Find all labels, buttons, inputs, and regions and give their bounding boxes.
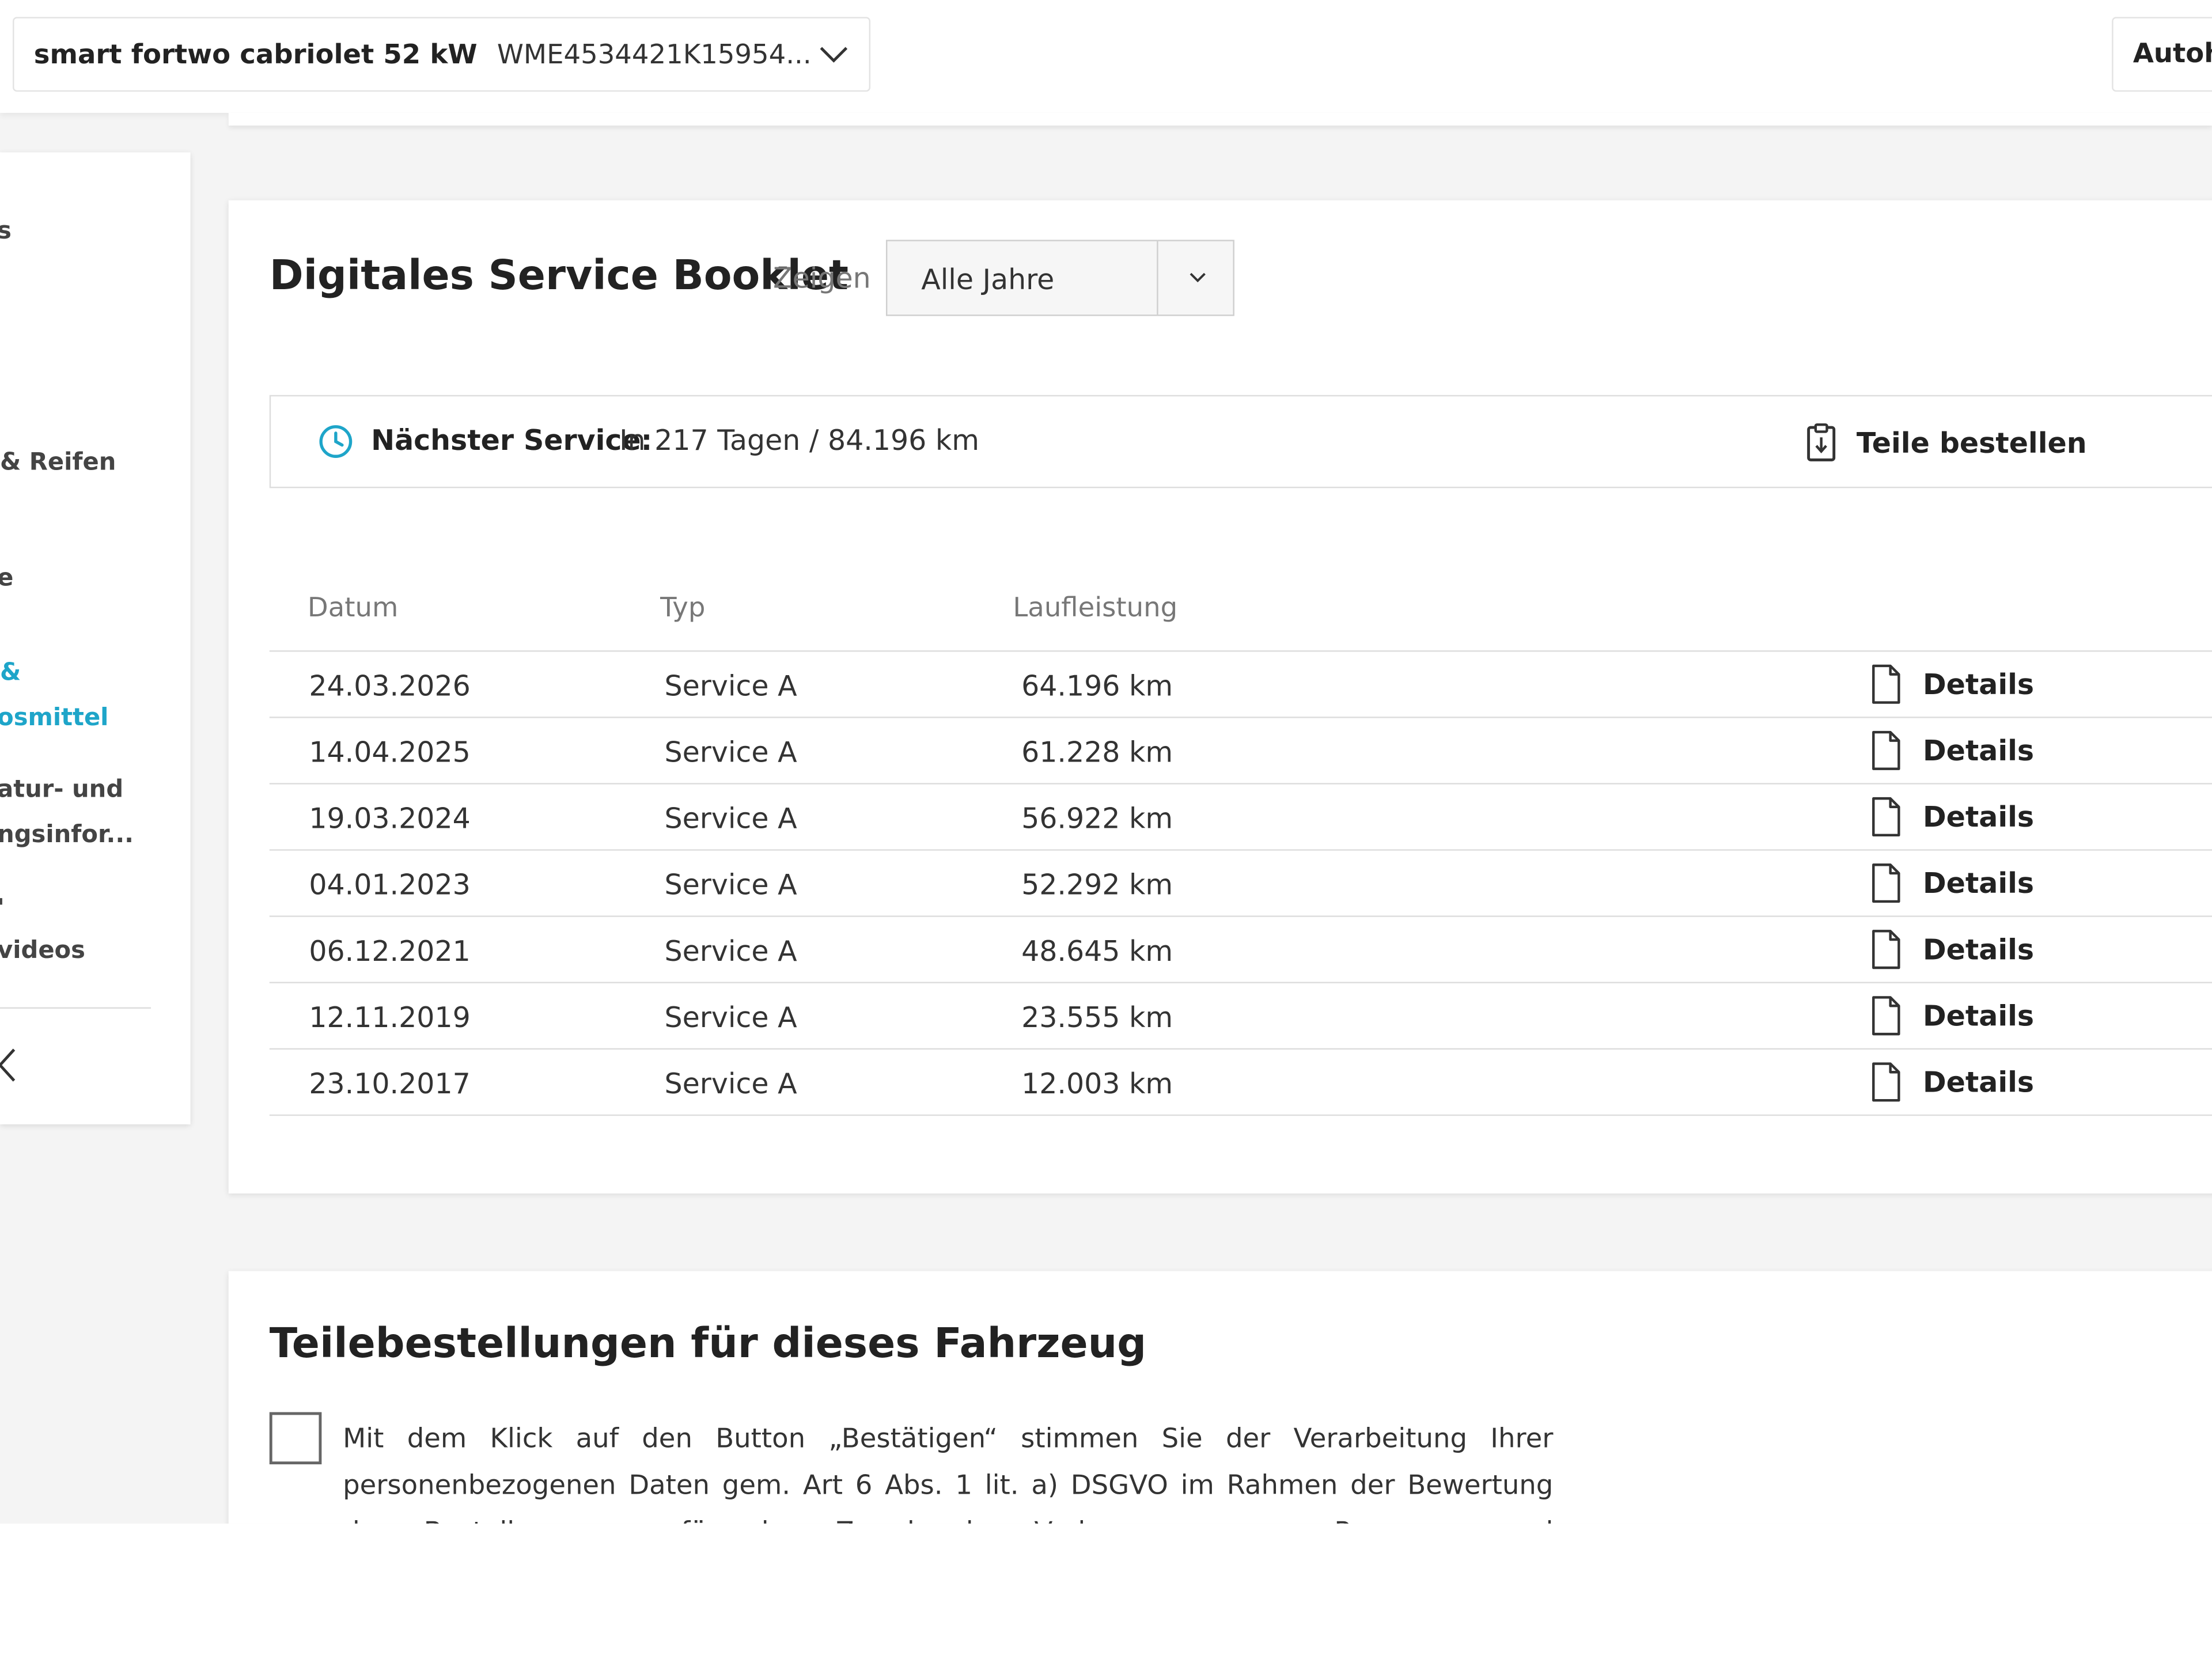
- sidebar-item-active-line-2[interactable]: osmittel: [0, 695, 108, 740]
- details-button[interactable]: Details: [1869, 663, 2034, 705]
- details-label: Details: [1922, 667, 2035, 702]
- cell-mileage: 12.003 km: [1021, 1066, 1173, 1101]
- year-filter-label: Zeigen: [773, 261, 871, 295]
- details-label: Details: [1922, 733, 2035, 768]
- year-filter-select[interactable]: Alle Jahre: [885, 240, 1234, 316]
- next-service-label: Nächster Service:: [371, 423, 653, 457]
- details-button[interactable]: Details: [1869, 1061, 2034, 1103]
- table-row: 06.12.2021 Service A 48.645 km Details: [269, 917, 2212, 983]
- clipboard-icon: [1807, 423, 1836, 461]
- sidebar-item-repair-line-2[interactable]: ngsinfor...: [0, 813, 134, 858]
- table-row: 12.11.2019 Service A 23.555 km Details: [269, 983, 2212, 1050]
- table-row: 04.01.2023 Service A 52.292 km Details: [269, 851, 2212, 917]
- cell-mileage: 23.555 km: [1021, 1000, 1173, 1035]
- cell-type: Service A: [664, 868, 797, 902]
- booklet-title: Digitales Service Booklet: [269, 251, 849, 300]
- next-service-value: In 217 Tagen / 84.196 km: [619, 423, 979, 457]
- order-parts-button[interactable]: Teile bestellen: [1806, 419, 2087, 467]
- document-icon: [1872, 797, 1900, 837]
- document-icon: [1872, 863, 1900, 903]
- sidebar-divider: [0, 1007, 151, 1009]
- table-row: 24.03.2026 Service A 64.196 km Details: [269, 652, 2212, 718]
- vehicle-vin: WME4534421K15954...: [497, 39, 812, 70]
- details-button[interactable]: Details: [1869, 729, 2034, 771]
- cell-date: 06.12.2021: [309, 934, 471, 968]
- details-label: Details: [1922, 800, 2035, 834]
- sidebar-item-1[interactable]: s: [0, 209, 12, 253]
- details-label: Details: [1922, 1065, 2035, 1099]
- document-icon: [1872, 730, 1900, 770]
- cell-mileage: 64.196 km: [1021, 668, 1173, 703]
- table-row: 19.03.2024 Service A 56.922 km Details: [269, 785, 2212, 851]
- viewport: smart fortwo cabriolet 52 kW WME4534421K…: [0, 0, 2212, 1524]
- cell-date: 14.04.2025: [309, 734, 471, 769]
- cell-type: Service A: [664, 934, 797, 968]
- service-booklet-card: Digitales Service Booklet Zeigen Alle Ja…: [228, 200, 2212, 1194]
- column-header-mileage: Laufleistung: [1013, 592, 1178, 624]
- vehicle-model: smart fortwo cabriolet 52 kW: [33, 39, 478, 70]
- details-button[interactable]: Details: [1869, 928, 2034, 970]
- chevron-left-icon[interactable]: [0, 1047, 17, 1084]
- top-bar: smart fortwo cabriolet 52 kW WME4534421K…: [0, 0, 2212, 113]
- cell-date: 04.01.2023: [309, 868, 471, 902]
- sidebar-item-active-line-1[interactable]: &: [0, 650, 21, 695]
- cell-mileage: 52.292 km: [1021, 868, 1173, 902]
- cell-type: Service A: [664, 801, 797, 835]
- parts-orders-card: Teilebestellungen für dieses Fahrzeug Mi…: [228, 1271, 2212, 1524]
- document-icon: [1872, 1062, 1900, 1102]
- sidebar-item-videos-line-2[interactable]: videos: [0, 928, 85, 973]
- consent-text: Mit dem Klick auf den Button „Bestätigen…: [343, 1423, 1554, 1524]
- column-header-type: Typ: [660, 592, 706, 624]
- cell-type: Service A: [664, 734, 797, 769]
- cell-date: 23.10.2017: [309, 1066, 471, 1101]
- year-filter-value: Alle Jahre: [921, 262, 1055, 297]
- document-icon: [1872, 996, 1900, 1036]
- chevron-down-icon: [820, 47, 848, 63]
- sidebar-item-repair-line-1[interactable]: atur- und: [0, 767, 123, 812]
- sidebar: s & Reifen e & osmittel atur- und ngsinf…: [0, 152, 191, 1124]
- cell-mileage: 61.228 km: [1021, 734, 1173, 769]
- cell-mileage: 56.922 km: [1021, 801, 1173, 835]
- details-label: Details: [1922, 866, 2035, 900]
- cell-date: 24.03.2026: [309, 668, 471, 703]
- cell-mileage: 48.645 km: [1021, 934, 1173, 968]
- chevron-down-icon: [1190, 272, 1206, 283]
- cell-type: Service A: [664, 1066, 797, 1101]
- next-service-bar: Nächster Service: In 217 Tagen / 84.196 …: [269, 395, 2212, 488]
- cell-date: 19.03.2024: [309, 801, 471, 835]
- page: smart fortwo cabriolet 52 kW WME4534421K…: [0, 0, 2212, 1659]
- consent-checkbox[interactable]: [269, 1412, 322, 1465]
- sidebar-item-tires[interactable]: & Reifen: [0, 440, 116, 485]
- document-icon: [1872, 930, 1900, 969]
- document-icon: [1872, 664, 1900, 704]
- details-button[interactable]: Details: [1869, 796, 2034, 838]
- right-nav-tab[interactable]: Autoh: [2112, 17, 2212, 92]
- details-button[interactable]: Details: [1869, 862, 2034, 904]
- vehicle-select[interactable]: smart fortwo cabriolet 52 kW WME4534421K…: [13, 17, 871, 92]
- cell-date: 12.11.2019: [309, 1000, 471, 1035]
- details-button[interactable]: Details: [1869, 995, 2034, 1037]
- details-label: Details: [1922, 932, 2035, 967]
- sidebar-item-videos-line-1[interactable]: ': [0, 886, 5, 931]
- column-header-date: Datum: [307, 592, 399, 624]
- orders-title: Teilebestellungen für dieses Fahrzeug: [269, 1319, 1147, 1368]
- cell-type: Service A: [664, 1000, 797, 1035]
- sidebar-item-3[interactable]: e: [0, 556, 13, 601]
- cell-type: Service A: [664, 668, 797, 703]
- details-label: Details: [1922, 998, 2035, 1033]
- table-row: 14.04.2025 Service A 61.228 km Details: [269, 718, 2212, 785]
- select-divider: [1157, 241, 1158, 315]
- table-row: 23.10.2017 Service A 12.003 km Details: [269, 1050, 2212, 1116]
- clock-icon: [319, 425, 353, 458]
- order-parts-label: Teile bestellen: [1856, 426, 2087, 460]
- sub-header-strip: [228, 112, 2212, 126]
